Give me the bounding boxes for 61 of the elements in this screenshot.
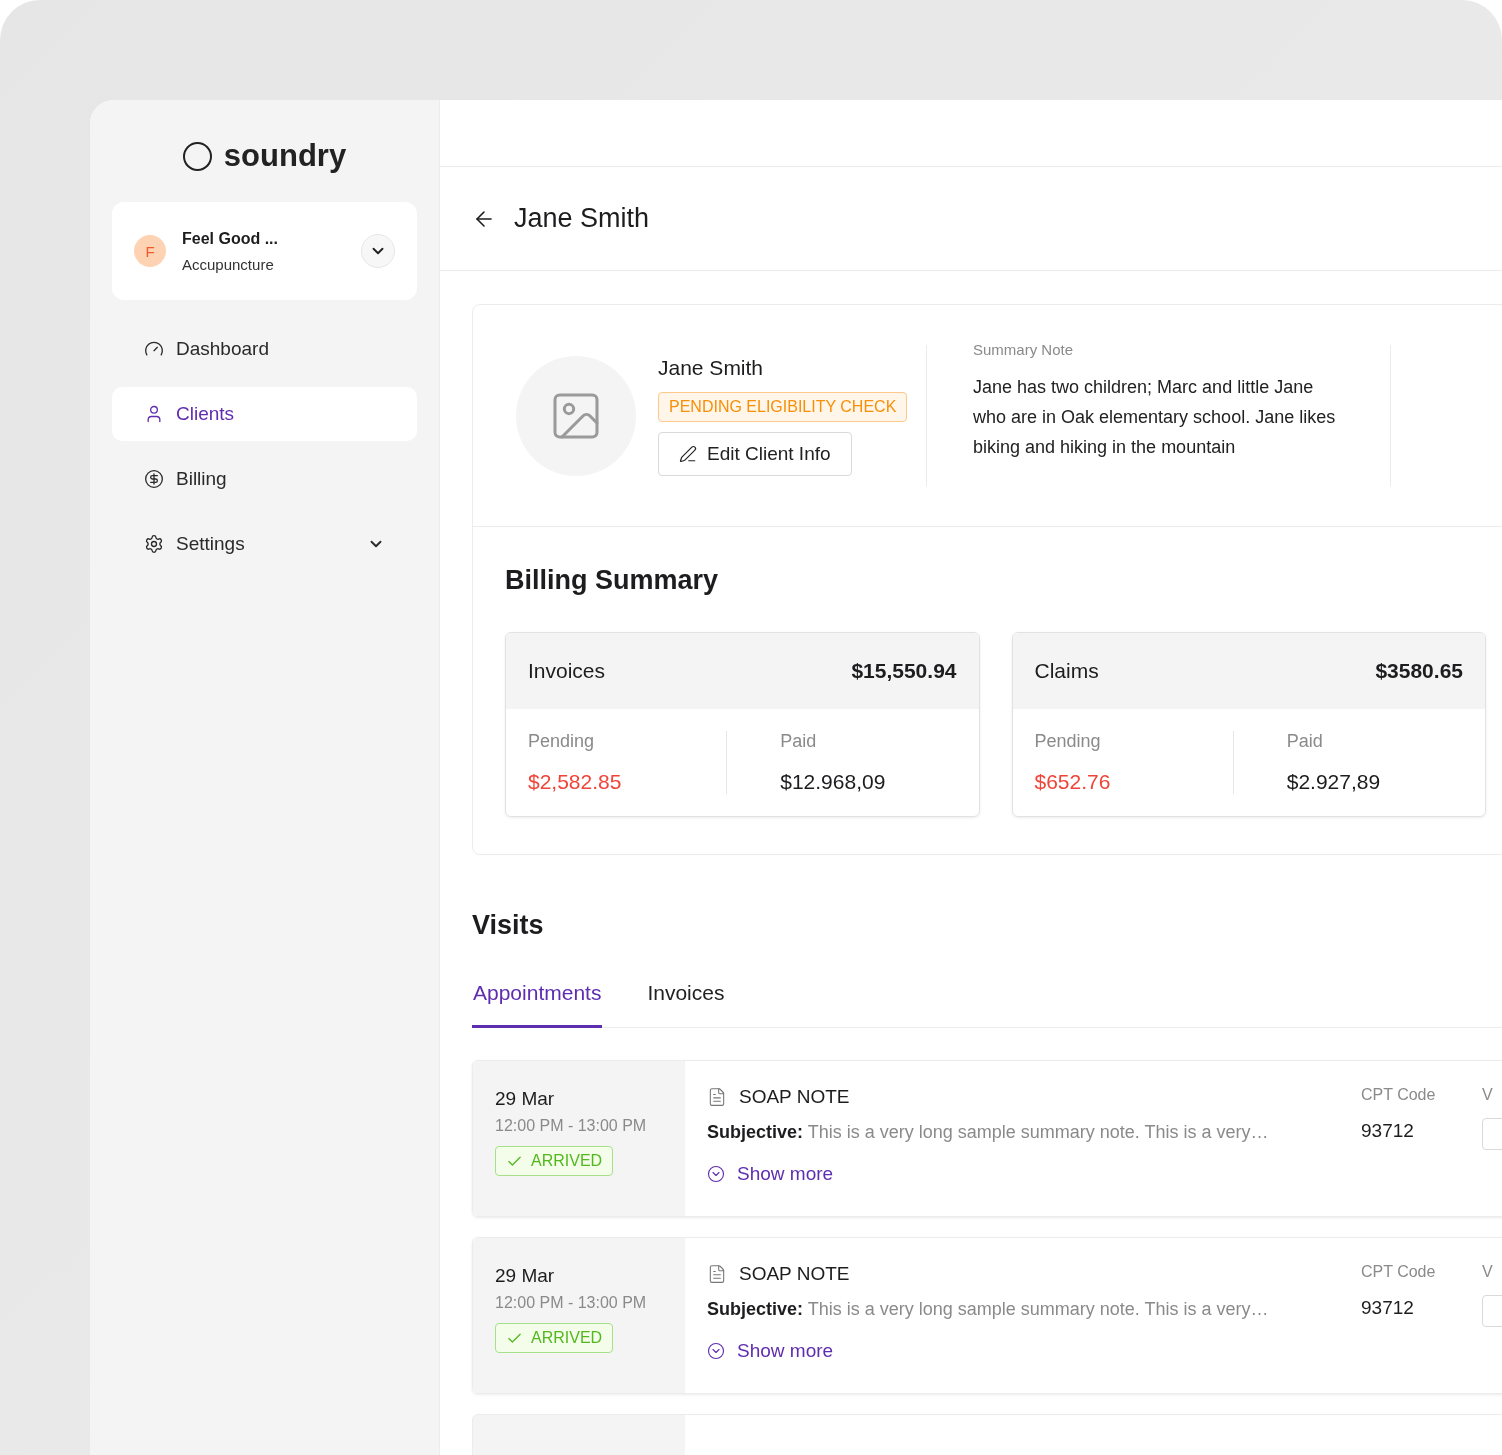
cpt-label: CPT Code bbox=[1361, 1263, 1437, 1281]
pending-amount: $652.76 bbox=[1034, 770, 1112, 794]
cpt-label: CPT Code bbox=[1361, 1086, 1437, 1104]
brand-name: soundry bbox=[223, 138, 347, 174]
card-total: $15,550.94 bbox=[851, 659, 957, 683]
show-more-link[interactable]: Show more bbox=[707, 1163, 1319, 1185]
nav-label: Dashboard bbox=[176, 338, 270, 360]
card-title: Claims bbox=[1034, 659, 1099, 683]
nav-label: Settings bbox=[176, 533, 246, 555]
dollar-icon bbox=[144, 469, 164, 489]
page-title: Jane Smith bbox=[514, 203, 650, 234]
show-more-link[interactable]: Show more bbox=[707, 1340, 1319, 1362]
amount-label: Paid bbox=[780, 731, 818, 752]
nav-item[interactable]: Billing bbox=[112, 452, 417, 506]
organization-avatar: F bbox=[134, 235, 166, 267]
status-badge: PENDING ELIGIBILITY CHECK bbox=[658, 391, 908, 422]
visit-date: 29 Mar bbox=[495, 1265, 555, 1287]
section-title: Billing Summary bbox=[505, 565, 720, 596]
visit-date: 29 Mar bbox=[495, 1088, 555, 1110]
note-label: Summary Note bbox=[973, 341, 1075, 358]
summary-note: Jane has two children; Marc and little Jane who are in Oak elementary school. Jane likes biking and hiking in the mountain bbox=[973, 376, 1337, 459]
logo-circle-icon bbox=[182, 141, 212, 171]
nav-item[interactable]: Settings bbox=[112, 517, 417, 571]
settings-icon bbox=[144, 534, 164, 554]
amount-label: Pending bbox=[1034, 731, 1102, 752]
document-icon bbox=[707, 1264, 727, 1284]
organization-name: Feel Good ... bbox=[182, 229, 279, 248]
pending-amount: $2,582.85 bbox=[528, 770, 623, 794]
note-summary: Subjective: This is a very long sample summary note. This is a very… bbox=[707, 1299, 1270, 1320]
tab[interactable]: Appointments bbox=[472, 981, 603, 1028]
card-total: $3580.65 bbox=[1375, 659, 1463, 683]
nav-label: Clients bbox=[176, 403, 236, 425]
amount-label: Pending bbox=[528, 731, 596, 752]
cpt-code: 93712 bbox=[1361, 1120, 1415, 1142]
visit-time: 12:00 PM - 13:00 PM bbox=[495, 1117, 647, 1135]
note-type: SOAP NOTE bbox=[739, 1086, 850, 1108]
arrived-badge: ARRIVED bbox=[495, 1146, 614, 1176]
chevron-circle-icon bbox=[707, 1165, 725, 1183]
nav-item[interactable]: Dashboard bbox=[112, 322, 417, 376]
nav-item[interactable]: Clients bbox=[112, 387, 417, 441]
note-summary: Subjective: This is a very long sample summary note. This is a very… bbox=[707, 1122, 1270, 1143]
chevron-circle-icon bbox=[707, 1342, 725, 1360]
amount-label: Paid bbox=[1286, 731, 1324, 752]
document-icon bbox=[707, 1087, 727, 1107]
column-label: V bbox=[1482, 1086, 1494, 1104]
edit-client-button[interactable]: Edit Client Info bbox=[658, 431, 852, 476]
card-title: Invoices bbox=[528, 659, 606, 683]
paid-amount: $2.927,89 bbox=[1286, 770, 1382, 794]
pencil-icon bbox=[679, 444, 697, 463]
arrived-badge: ARRIVED bbox=[495, 1323, 614, 1353]
cpt-code: 93712 bbox=[1361, 1297, 1415, 1319]
organization-dropdown-button[interactable] bbox=[361, 234, 395, 268]
column-label: V bbox=[1482, 1263, 1494, 1281]
nav-label: Billing bbox=[176, 468, 228, 490]
paid-amount: $12.968,09 bbox=[780, 770, 887, 794]
tab[interactable]: Invoices bbox=[646, 981, 726, 1028]
client-name: Jane Smith bbox=[658, 355, 764, 380]
section-title: Visits bbox=[472, 910, 545, 941]
visit-time: 12:00 PM - 13:00 PM bbox=[495, 1294, 647, 1312]
note-type: SOAP NOTE bbox=[739, 1263, 850, 1285]
organization-type: Accupuncture bbox=[182, 255, 275, 273]
